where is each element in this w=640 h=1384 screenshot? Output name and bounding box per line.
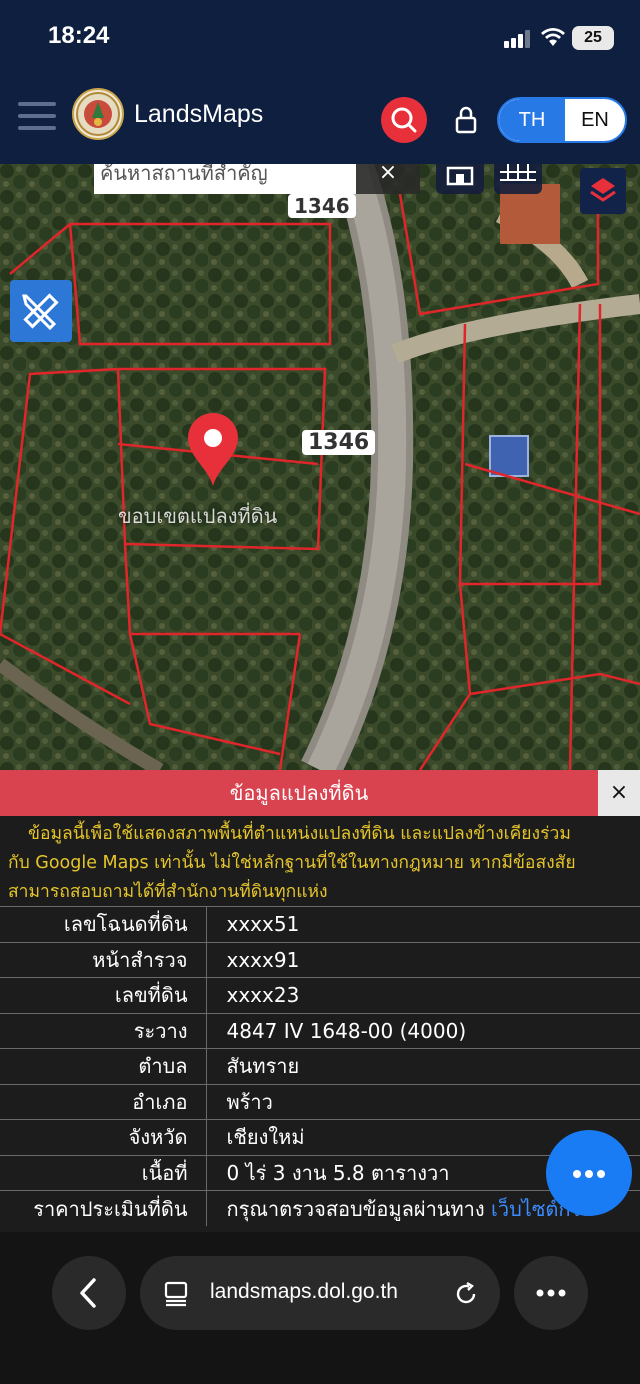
road-label: 1346	[288, 194, 356, 218]
table-row: เลขโฉนดที่ดิน xxxx51	[0, 906, 640, 942]
more-horizontal-icon[interactable]	[514, 1256, 588, 1330]
row-value: xxxx23	[206, 977, 640, 1013]
location-pin-icon[interactable]	[186, 412, 240, 488]
app-title: LandsMaps	[134, 100, 264, 128]
table-row: ราคาประเมินที่ดิน กรุณาตรวจสอบข้อมูลผ่านท…	[0, 1190, 640, 1226]
row-label: อำเภอ	[0, 1083, 207, 1120]
disclaimer-line: กับ Google Maps เท่านั้น ไม่ใช่หลักฐานที…	[8, 853, 576, 873]
place-search-input[interactable]: ค้นหาสถานที่สำคัญ	[94, 164, 356, 194]
status-time: 18:24	[48, 22, 110, 49]
lock-icon[interactable]	[452, 104, 480, 136]
ruler-pencil-icon	[22, 293, 59, 331]
disclaimer-line: สามารถสอบถามได้ที่สำนักงานที่ดินทุกแห่ง	[8, 882, 328, 902]
building-icon	[446, 166, 474, 186]
url-text: landsmaps.dol.go.th	[210, 1280, 398, 1303]
table-row: ตำบล สันทราย	[0, 1048, 640, 1084]
signal-icon	[504, 30, 532, 48]
layers-icon	[590, 178, 616, 202]
address-bar[interactable]: landsmaps.dol.go.th	[140, 1256, 500, 1330]
table-row: จังหวัด เชียงใหม่	[0, 1119, 640, 1155]
status-bar: 18:24 25	[0, 0, 640, 80]
disclaimer-line: ข้อมูลนี้เพื่อใช้แสดงสภาพพื้นที่ตำแหน่งแ…	[28, 824, 571, 844]
grid-icon	[500, 164, 536, 181]
wifi-icon	[541, 28, 565, 46]
row-label: หน้าสำรวจ	[0, 941, 207, 978]
battery-indicator: 25	[572, 26, 614, 50]
row-label: ราคาประเมินที่ดิน	[0, 1190, 207, 1226]
back-button[interactable]	[52, 1256, 126, 1330]
dol-logo	[72, 88, 124, 140]
row-value: พร้าว	[206, 1083, 640, 1120]
search-button[interactable]	[381, 97, 427, 143]
table-row: หน้าสำรวจ xxxx91	[0, 941, 640, 978]
panel-title: ข้อมูลแปลงที่ดิน	[0, 770, 598, 816]
table-row: เลขที่ดิน xxxx23	[0, 977, 640, 1013]
more-options-fab[interactable]	[546, 1130, 632, 1216]
search-icon	[391, 107, 417, 133]
app-header: LandsMaps TH EN	[0, 80, 640, 164]
map-view[interactable]: ค้นหาสถานที่สำคัญ × 1346 1346 ขอบเขตแปลง…	[0, 164, 640, 770]
row-label: จังหวัด	[0, 1119, 207, 1155]
layers-button[interactable]	[580, 168, 626, 214]
table-row: ระวาง 4847 IV 1648-00 (4000)	[0, 1012, 640, 1049]
row-label: เลขที่ดิน	[0, 977, 207, 1013]
browser-toolbar: landsmaps.dol.go.th	[0, 1232, 640, 1384]
building-map-button[interactable]	[436, 164, 484, 194]
measure-tool-button[interactable]	[10, 280, 72, 342]
row-value: xxxx91	[206, 941, 640, 978]
row-value: xxxx51	[206, 906, 640, 942]
reload-icon[interactable]	[452, 1280, 480, 1308]
price-note: กรุณาตรวจสอบข้อมูลผ่านทาง	[226, 1196, 485, 1221]
tabs-icon[interactable]	[162, 1280, 190, 1308]
row-label: ตำบล	[0, 1048, 207, 1084]
close-panel-button[interactable]: ×	[598, 770, 640, 816]
grid-map-button[interactable]	[494, 164, 542, 194]
row-value: สันทราย	[206, 1048, 640, 1084]
clear-search-button[interactable]: ×	[356, 164, 420, 194]
row-label: เนื้อที่	[0, 1154, 207, 1191]
parcel-label: ขอบเขตแปลงที่ดิน	[118, 504, 278, 528]
row-value: 4847 IV 1648-00 (4000)	[206, 1012, 640, 1049]
hamburger-icon[interactable]	[18, 100, 56, 132]
parcel-info-panel: ข้อมูลแปลงที่ดิน × ข้อมูลนี้เพื่อใช้แสดง…	[0, 770, 640, 1232]
lang-en-option[interactable]: EN	[565, 99, 625, 141]
language-toggle[interactable]: TH EN	[497, 97, 627, 143]
table-row: อำเภอ พร้าว	[0, 1083, 640, 1120]
disclaimer-text: ข้อมูลนี้เพื่อใช้แสดงสภาพพื้นที่ตำแหน่งแ…	[8, 820, 632, 907]
parcel-info-table: เลขโฉนดที่ดิน xxxx51 หน้าสำรวจ xxxx91 เลขท…	[0, 906, 640, 1226]
lang-th-option[interactable]: TH	[499, 99, 565, 141]
table-row: เนื้อที่ 0 ไร่ 3 งาน 5.8 ตารางวา	[0, 1154, 640, 1191]
satellite-map	[0, 164, 640, 770]
road-label: 1346	[302, 430, 376, 455]
row-label: ระวาง	[0, 1012, 207, 1049]
chevron-left-icon	[80, 1278, 96, 1308]
row-label: เลขโฉนดที่ดิน	[0, 906, 207, 942]
